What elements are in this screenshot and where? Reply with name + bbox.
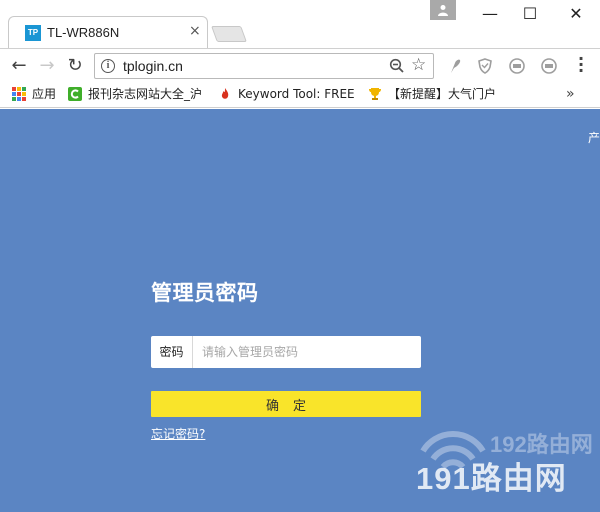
minimize-button[interactable]: —: [476, 4, 504, 24]
forward-button[interactable]: →: [36, 55, 58, 77]
bookmark-label: Keyword Tool: FREE: [238, 87, 354, 101]
bookmark-portal-reminder[interactable]: 【新提醒】大气门户: [368, 86, 504, 104]
more-bookmarks-chevron-icon[interactable]: »: [566, 86, 575, 102]
trophy-icon: [369, 88, 381, 100]
bookmarks-bar: 应用 报刊杂志网站大全_沪 Keyword Tool: FREE 【新提醒】大气…: [0, 82, 600, 108]
bookmark-apps[interactable]: 应用: [12, 86, 72, 104]
window-close-button[interactable]: ✕: [562, 4, 590, 24]
reload-button[interactable]: ↻: [64, 55, 86, 77]
watermark-bottom-text: 191路由网: [416, 461, 567, 496]
watermark: 192路由网 191路由网: [412, 417, 600, 512]
page-title: 管理员密码: [151, 281, 259, 305]
back-button[interactable]: ←: [8, 55, 30, 77]
bookmark-star-icon[interactable]: ☆: [411, 55, 426, 75]
top-right-label[interactable]: 产: [588, 129, 600, 146]
bookmark-label: 应用: [32, 87, 57, 101]
apps-grid-icon: [12, 87, 26, 101]
site-info-icon[interactable]: i: [101, 59, 115, 73]
forgot-password-link[interactable]: 忘记密码?: [151, 425, 205, 442]
tab-strip: TP TL-WR886N × — ☐ ✕: [0, 0, 600, 48]
password-input[interactable]: [194, 336, 421, 368]
ad-block-extension-icon[interactable]: [508, 57, 526, 75]
new-tab-button[interactable]: [211, 26, 247, 42]
tab-title: TL-WR886N: [47, 25, 120, 40]
chrome-menu-icon[interactable]: · · ·: [574, 51, 588, 79]
ad-block-2-extension-icon[interactable]: [540, 57, 558, 75]
person-icon: [438, 5, 448, 16]
router-login-page: 产 管理员密码 密码 确定 忘记密码? 192路由网 191路由网: [0, 109, 600, 512]
address-bar[interactable]: i tplogin.cn ☆: [94, 53, 434, 79]
maximize-button[interactable]: ☐: [516, 4, 544, 24]
browser-toolbar: ← → ↻ i tplogin.cn ☆ · · ·: [0, 48, 600, 82]
confirm-button[interactable]: 确定: [151, 391, 421, 417]
feather-extension-icon[interactable]: [446, 57, 464, 75]
tab-close-icon[interactable]: ×: [189, 23, 201, 39]
shield-extension-icon[interactable]: [476, 57, 494, 75]
bookmark-label: 【新提醒】大气门户: [388, 87, 497, 101]
bookmark-label: 报刊杂志网站大全_沪: [88, 87, 203, 101]
bookmark-keyword-tool[interactable]: Keyword Tool: FREE: [218, 86, 354, 104]
flame-icon: [221, 88, 229, 99]
zoom-out-icon[interactable]: [389, 58, 405, 74]
bookmark-newspaper-sites[interactable]: 报刊杂志网站大全_沪: [68, 86, 204, 104]
tab-tl-wr886n[interactable]: TP TL-WR886N ×: [8, 16, 208, 48]
profile-button[interactable]: [430, 0, 456, 20]
tp-link-favicon-icon: TP: [25, 25, 41, 41]
url-text[interactable]: tplogin.cn: [123, 58, 183, 74]
green-c-icon: [68, 87, 82, 101]
password-field-row: 密码: [151, 336, 421, 368]
password-label: 密码: [151, 336, 193, 368]
